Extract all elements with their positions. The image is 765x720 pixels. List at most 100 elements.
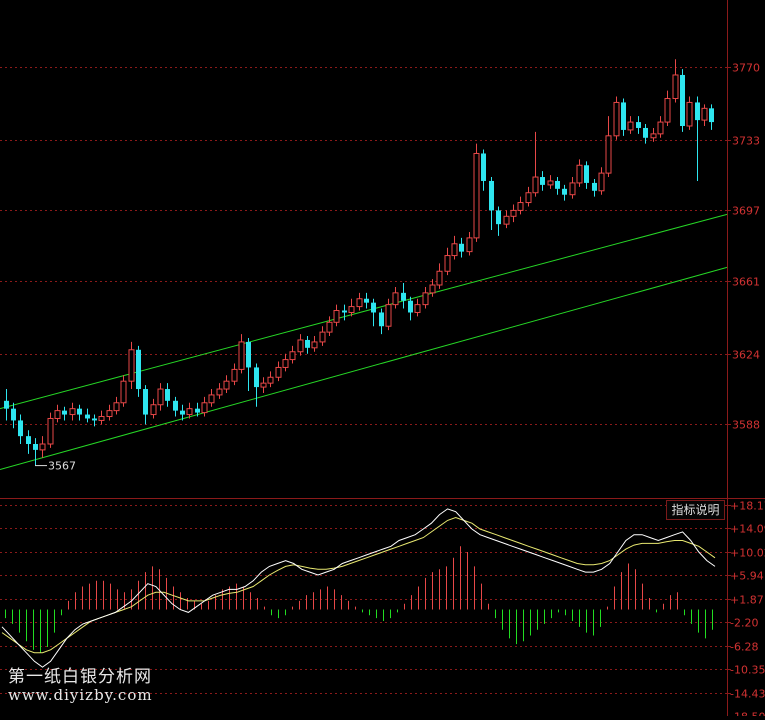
candle	[576, 159, 583, 187]
macd-tick-label: -18.50	[730, 711, 765, 717]
candle	[371, 298, 376, 327]
candle	[98, 410, 105, 425]
candle-body	[231, 368, 238, 382]
candle	[157, 383, 164, 411]
candle	[466, 232, 473, 256]
candle-body	[680, 74, 685, 126]
low-marker-label: 3567	[48, 460, 76, 473]
candle-body	[650, 133, 657, 139]
candle	[517, 196, 524, 215]
candle	[342, 304, 347, 321]
candle-body	[643, 127, 648, 138]
candle	[451, 235, 458, 260]
candle-body	[267, 376, 274, 384]
candle-body	[401, 292, 406, 301]
candle-body	[555, 180, 560, 189]
candle	[473, 143, 480, 242]
candle-body	[173, 400, 178, 411]
candle	[686, 96, 693, 130]
candle	[379, 308, 384, 335]
candle	[489, 177, 494, 231]
candle-body	[592, 182, 597, 191]
candle-body	[408, 300, 413, 313]
candle	[414, 298, 421, 317]
candle-body	[636, 122, 641, 128]
price-tick-label: 3624	[732, 349, 760, 362]
candle	[436, 263, 443, 289]
candle	[672, 59, 679, 103]
candle-body	[143, 389, 148, 415]
candle	[33, 438, 38, 466]
candle	[385, 298, 392, 331]
candle-body	[547, 180, 554, 186]
candle-body	[489, 180, 494, 211]
candle-body	[85, 414, 90, 419]
candle-body	[422, 292, 429, 306]
candle-body	[701, 107, 708, 121]
candle-body	[33, 444, 38, 450]
candle	[136, 345, 141, 397]
chart-stage: 3588 3624 3661 3697 3733 3770 3567 +18.17 +14.09…	[0, 0, 765, 720]
candle	[326, 316, 333, 337]
candle	[165, 383, 170, 407]
candle	[503, 210, 510, 229]
candle	[69, 402, 76, 421]
candle-body	[39, 443, 46, 451]
candle-body	[356, 298, 363, 308]
candle	[282, 353, 289, 372]
candle	[510, 204, 517, 223]
candle	[173, 396, 178, 417]
candle-body	[473, 152, 480, 239]
macd-tick-label: +5.94	[730, 570, 764, 583]
candle-body	[98, 416, 105, 421]
candle	[216, 383, 223, 399]
candle-body	[275, 366, 282, 378]
candle-body	[201, 402, 208, 414]
candle-body	[540, 177, 545, 185]
candle	[305, 336, 310, 354]
candle	[208, 389, 215, 407]
candle-body	[136, 349, 141, 390]
candle	[569, 177, 576, 199]
macd-tick-label: -2.20	[730, 617, 758, 630]
candle-body	[613, 101, 620, 137]
macd-tick-label: +14.09	[730, 523, 765, 536]
candle	[481, 149, 486, 191]
candle	[18, 414, 23, 444]
candle-body	[254, 367, 259, 388]
candle	[627, 116, 634, 134]
candle	[695, 96, 700, 181]
candle	[408, 296, 413, 321]
candle-body	[4, 400, 9, 409]
candle	[333, 304, 340, 327]
candle	[562, 184, 567, 201]
candle-body	[371, 302, 376, 313]
candle-body	[459, 243, 464, 252]
candle-body	[444, 255, 451, 272]
candle-body	[562, 188, 567, 195]
candle-body	[598, 172, 605, 192]
indicator-help-button[interactable]: 指标说明	[666, 500, 725, 520]
candle-body	[333, 310, 340, 323]
candle-body	[62, 410, 67, 415]
candle-body	[165, 389, 170, 401]
candle-body	[216, 388, 223, 396]
candle-body	[451, 243, 458, 257]
candle	[613, 96, 620, 140]
candle	[392, 286, 399, 309]
candle-body	[208, 394, 215, 404]
candle	[128, 341, 135, 390]
candle-body	[297, 339, 304, 353]
candle-body	[414, 304, 421, 313]
candle-body	[584, 165, 589, 183]
candle-body	[319, 331, 326, 343]
candle	[444, 247, 451, 276]
candle	[267, 371, 274, 388]
candle	[77, 404, 82, 421]
candle-body	[510, 209, 517, 217]
macd-tick-label: +1.87	[730, 594, 764, 607]
candle	[319, 326, 326, 346]
candle	[592, 179, 597, 197]
candle	[664, 90, 671, 126]
candle	[496, 206, 501, 236]
